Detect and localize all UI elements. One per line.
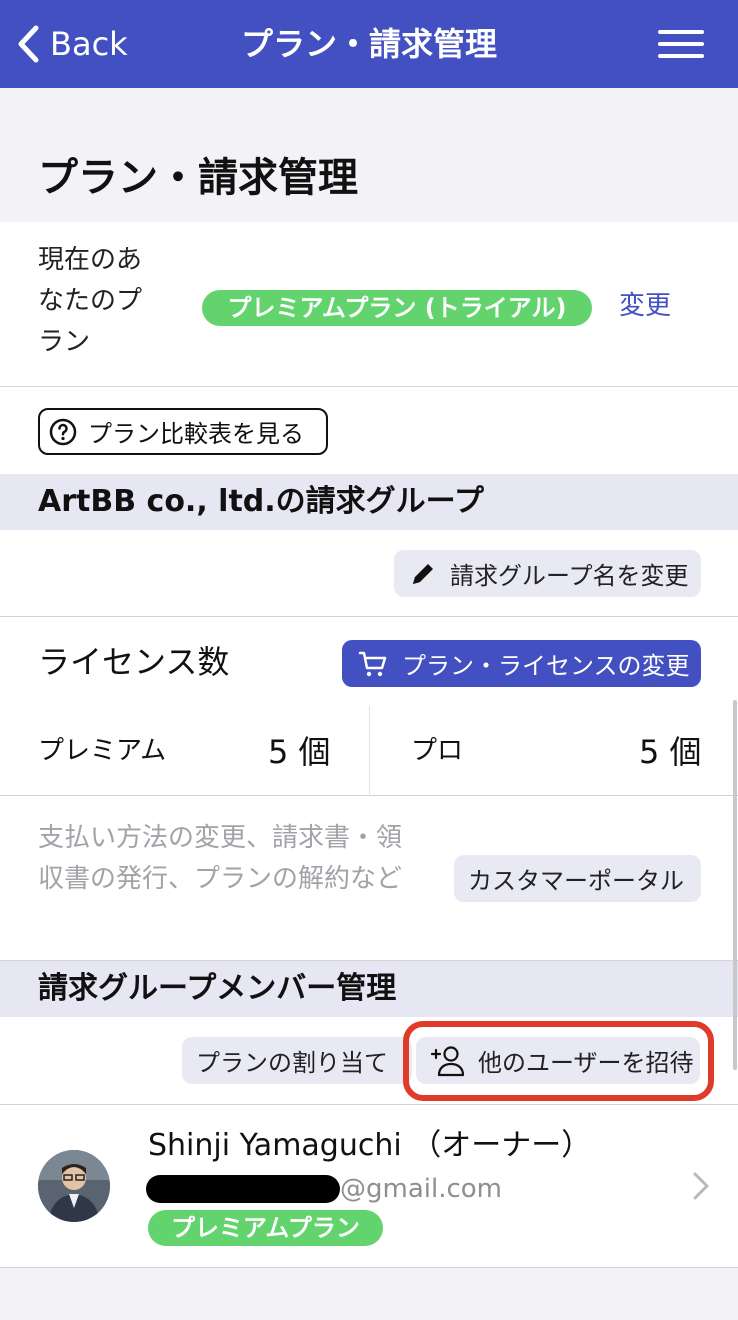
chevron-right-icon [693, 1172, 709, 1200]
change-license-label: プラン・ライセンスの変更 [402, 652, 690, 680]
member-name: Shinji Yamaguchi （オーナー） [148, 1128, 592, 1163]
members-title: 請求グループメンバー管理 [38, 971, 397, 1006]
assign-plan-button[interactable]: プランの割り当て [182, 1037, 412, 1084]
scrollbar[interactable] [733, 700, 737, 1070]
avatar [38, 1150, 110, 1222]
billing-group-title: ArtBB co., ltd.の請求グループ [38, 484, 484, 519]
cart-icon [358, 651, 387, 676]
page-title: プラン・請求管理 [38, 155, 358, 201]
plan-compare-label: プラン比較表を見る [88, 420, 304, 448]
nav-title: プラン・請求管理 [240, 25, 497, 63]
plan-compare-button[interactable]: プラン比較表を見る [38, 408, 328, 455]
members-header: 請求グループメンバー管理 [0, 961, 738, 1017]
member-email-suffix: @gmail.com [340, 1174, 503, 1204]
portal-description: 支払い方法の変更、請求書・領収書の発行、プランの解約など [38, 823, 403, 894]
current-plan-badge: プレミアムプラン (トライアル) [202, 290, 592, 326]
license-count-label: ライセンス数 [38, 643, 230, 681]
pencil-icon [413, 563, 433, 584]
redacted-email [146, 1175, 340, 1203]
divider [0, 1267, 738, 1268]
billing-group-header: ArtBB co., ltd.の請求グループ [0, 474, 738, 530]
assign-plan-label: プランの割り当て [196, 1049, 388, 1077]
license-count-premium: 5 個 [268, 733, 331, 771]
license-count-pro: 5 個 [639, 733, 702, 771]
question-circle-icon [49, 418, 77, 445]
rename-group-button[interactable]: 請求グループ名を変更 [394, 550, 701, 597]
current-plan-label: 現在のあなたのプラン [38, 245, 143, 357]
invite-highlight-frame [403, 1021, 714, 1101]
customer-portal-button[interactable]: カスタマーポータル [454, 855, 701, 902]
change-license-button[interactable]: プラン・ライセンスの変更 [342, 640, 701, 687]
license-name-premium: プレミアム [38, 736, 167, 766]
rename-group-label: 請求グループ名を変更 [450, 562, 689, 590]
customer-portal-label: カスタマーポータル [468, 867, 684, 895]
change-plan-link[interactable]: 変更 [619, 288, 671, 324]
hamburger-menu-icon[interactable] [658, 24, 704, 64]
license-column-divider [369, 706, 370, 795]
nav-bar: Back プラン・請求管理 [0, 0, 738, 88]
license-name-pro: プロ [411, 736, 464, 766]
member-plan-badge: プレミアムプラン [148, 1210, 383, 1246]
